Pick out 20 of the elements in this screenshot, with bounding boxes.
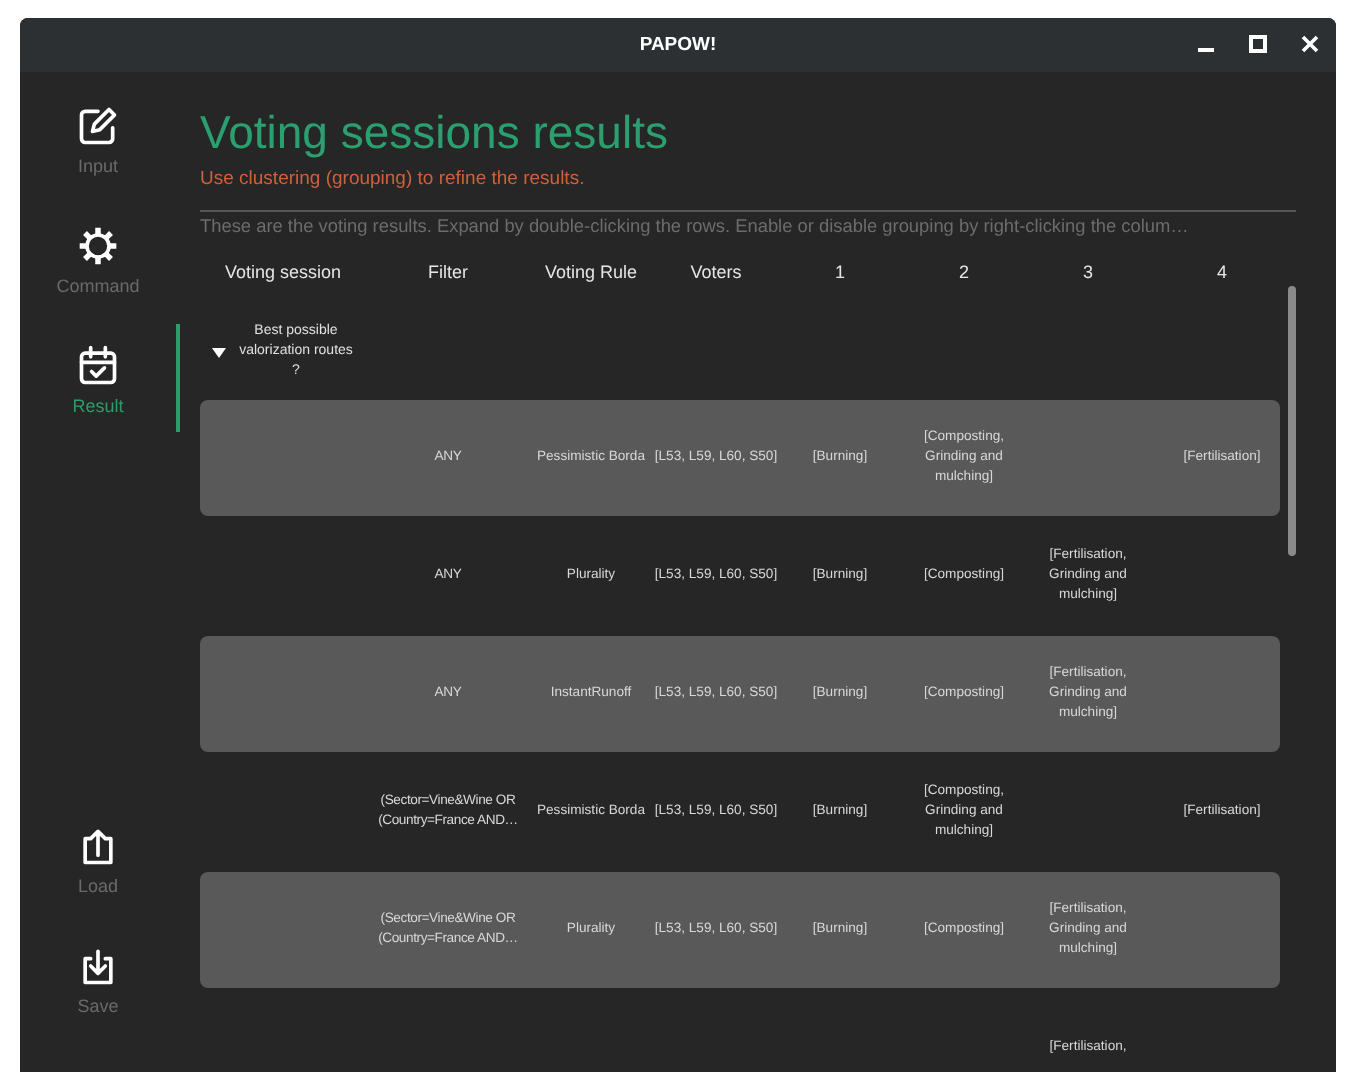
page-title: Voting sessions results — [200, 104, 670, 162]
sidebar-item[interactable]: Result — [20, 324, 180, 432]
column-header[interactable]: 2 — [900, 262, 1028, 282]
column-header[interactable]: Filter — [366, 262, 530, 282]
column-header[interactable]: Voting Rule — [530, 262, 652, 282]
column-header[interactable]: 4 — [1148, 262, 1296, 282]
calendar-check-icon — [76, 344, 120, 388]
scrollbar-thumb[interactable] — [1288, 286, 1296, 556]
collapse-caret-icon[interactable] — [212, 347, 226, 357]
maximize-icon[interactable] — [1248, 34, 1268, 54]
description-text: These are the voting results. Expand by double-clicking the rows. Enable or disable grouping by right-clicking the colum… — [200, 216, 1191, 236]
window-title: PAPOW! — [639, 34, 717, 56]
close-icon[interactable] — [1300, 34, 1320, 54]
column-header[interactable]: Voters — [652, 262, 780, 282]
settings-icon — [76, 224, 120, 268]
column-header[interactable]: Voting session — [200, 262, 366, 282]
pencil-square-icon — [76, 104, 120, 148]
column-header[interactable]: 1 — [780, 262, 900, 282]
hint-text: Use clustering (grouping) to refine the results. — [200, 168, 587, 190]
column-header[interactable]: 3 — [1028, 262, 1148, 282]
